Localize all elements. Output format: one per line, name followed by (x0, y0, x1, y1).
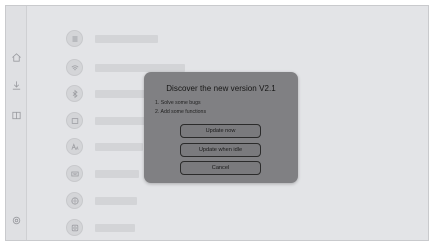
label-placeholder (95, 64, 185, 72)
release-note-item: 2. Add some functions (155, 109, 207, 115)
wifi-icon (66, 59, 83, 76)
storage-icon (66, 219, 83, 236)
list-item-language[interactable] (62, 192, 362, 210)
label-placeholder (95, 143, 143, 151)
globe-icon (66, 192, 83, 209)
display-icon (66, 112, 83, 129)
dialog-title: Discover the new version V2.1 (166, 84, 276, 93)
label-placeholder (95, 170, 139, 178)
list-item-menu[interactable] (62, 30, 362, 48)
release-note-item: 1. Solve some bugs (155, 100, 201, 106)
home-icon[interactable] (10, 51, 22, 63)
list-item-storage[interactable] (62, 219, 362, 237)
update-dialog: Discover the new version V2.1 1. Solve s… (144, 72, 298, 183)
label-placeholder (95, 197, 137, 205)
font-size-icon (66, 138, 83, 155)
bluetooth-icon (66, 85, 83, 102)
sidebar (6, 6, 27, 240)
book-icon[interactable] (10, 109, 22, 121)
update-when-idle-button[interactable]: Update when idle (180, 143, 261, 157)
release-notes: 1. Solve some bugs 2. Add some functions (155, 99, 206, 117)
settings-icon[interactable] (10, 214, 22, 226)
label-placeholder (95, 224, 135, 232)
menu-icon (66, 30, 83, 47)
cancel-button[interactable]: Cancel (180, 161, 261, 175)
download-icon[interactable] (10, 79, 22, 91)
label-placeholder (95, 35, 158, 43)
keyboard-icon (66, 165, 83, 182)
update-now-button[interactable]: Update now (180, 124, 261, 138)
